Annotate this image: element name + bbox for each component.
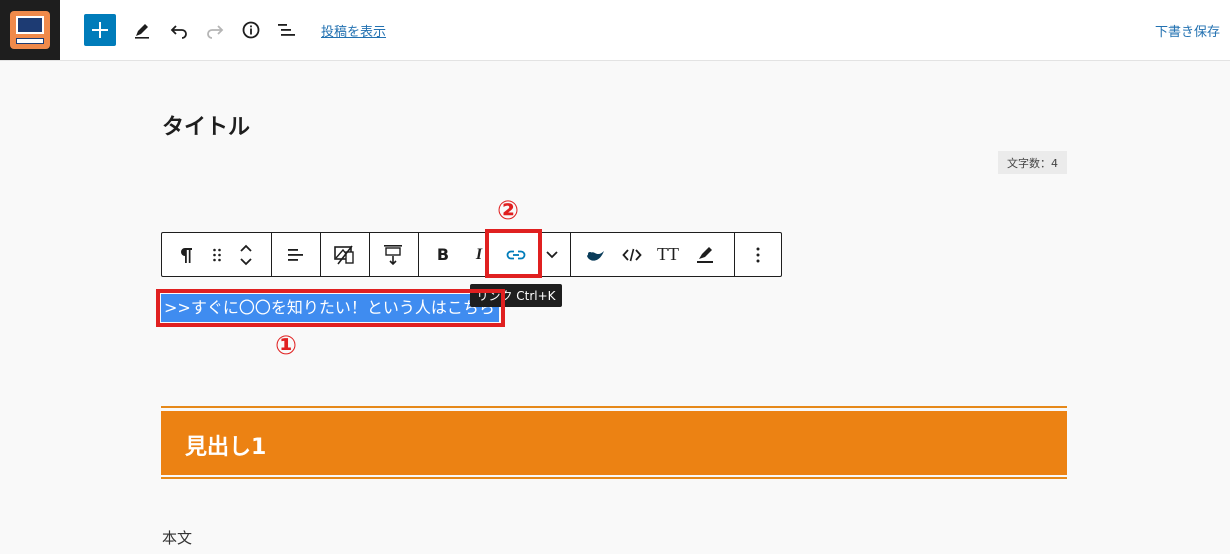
marker-pen-icon (697, 246, 713, 263)
margin-button[interactable] (378, 233, 408, 276)
undo-button[interactable] (163, 14, 195, 46)
callout-number-1: ① (275, 331, 298, 361)
list-view-button[interactable] (271, 14, 303, 46)
heading-text: 見出し1 (185, 435, 267, 460)
device-icon (334, 245, 354, 264)
pilcrow-icon (181, 247, 192, 263)
move-block-button[interactable] (234, 233, 258, 276)
info-icon (242, 21, 260, 39)
chevron-down-icon (546, 250, 558, 258)
list-view-icon (278, 24, 295, 36)
char-count-badge: 文字数：4 (998, 151, 1067, 174)
code-icon (622, 248, 642, 261)
drag-icon (213, 248, 221, 261)
swell-format-button[interactable] (582, 233, 610, 276)
save-draft-button[interactable]: 下書き保存 (1155, 21, 1220, 40)
editor-header: 投稿を表示 下書き保存 (0, 0, 1230, 61)
spacing-icon (384, 244, 402, 265)
selected-text-annotation (156, 289, 505, 327)
add-block-button[interactable] (84, 14, 116, 46)
drag-handle[interactable] (206, 233, 228, 276)
tools-button[interactable] (126, 14, 158, 46)
block-options-button[interactable] (746, 233, 770, 276)
link-button-annotation (485, 229, 542, 278)
bold-button[interactable]: B (428, 233, 458, 276)
view-post-link[interactable]: 投稿を表示 (321, 21, 386, 40)
align-left-icon (288, 248, 303, 261)
more-vertical-icon (756, 247, 760, 262)
paragraph-block-button[interactable] (172, 233, 200, 276)
body-paragraph[interactable]: 本文 (162, 527, 192, 548)
move-up-down-icon (240, 244, 252, 265)
post-title[interactable]: タイトル (162, 109, 250, 141)
redo-button[interactable] (199, 14, 231, 46)
heading-block[interactable]: 見出し1 (161, 411, 1067, 475)
site-logo-icon[interactable] (0, 0, 60, 60)
callout-number-2: ② (497, 196, 520, 226)
pen-icon (135, 24, 149, 39)
details-button[interactable] (235, 14, 267, 46)
redo-icon (207, 25, 224, 39)
inline-code-button[interactable] (618, 233, 646, 276)
heading-bottom-rule (161, 477, 1067, 479)
undo-icon (170, 25, 187, 39)
block-toolbar: B I TT (161, 232, 782, 277)
align-button[interactable] (280, 233, 310, 276)
font-size-button[interactable]: TT (653, 233, 683, 276)
swell-logo-icon (587, 250, 604, 261)
more-formatting-button[interactable] (542, 233, 562, 276)
heading-top-rule (161, 406, 1067, 408)
highlight-button[interactable] (690, 233, 720, 276)
device-visibility-button[interactable] (329, 233, 359, 276)
